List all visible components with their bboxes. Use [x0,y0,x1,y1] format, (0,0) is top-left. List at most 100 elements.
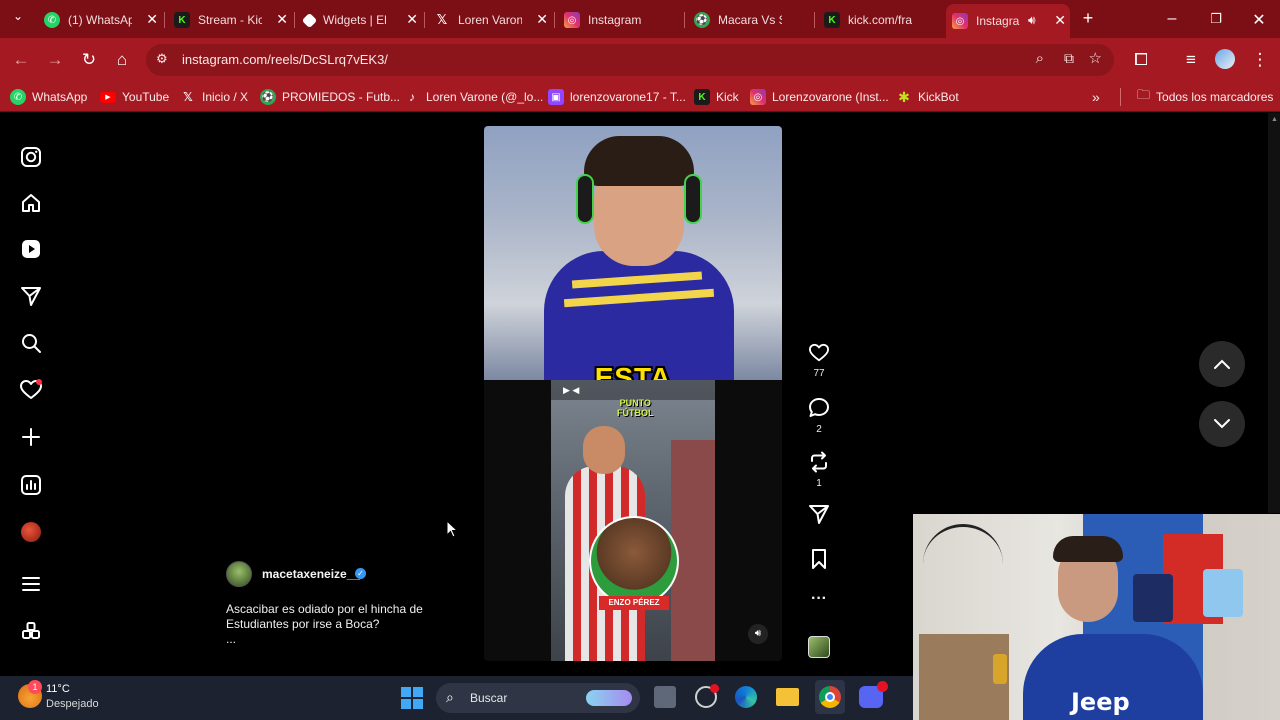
chrome-taskbar-button[interactable] [815,680,845,714]
dashboard-icon[interactable] [18,472,44,498]
audio-track-thumbnail[interactable] [808,636,830,658]
clip-brand-line-1: PUNTO [619,398,651,408]
tab-title: Instagram [588,13,642,27]
back-icon[interactable]: ← [11,50,31,70]
also-from-meta-icon[interactable] [18,618,44,644]
tab-kick-channel[interactable]: K kick.com/fransob [818,6,942,34]
bookmark-instagram[interactable]: ◎ Lorenzovarone (Inst... [750,88,889,106]
whatsapp-icon: ✆ [44,12,60,28]
all-bookmarks-folder[interactable]: 🗀︎ Todos los marcadores [1120,87,1273,106]
tab-whatsapp[interactable]: ✆ (1) WhatsApp ✕ [38,6,162,34]
next-reel-button[interactable] [1199,401,1245,447]
bookmark-promiedos[interactable]: ⚽ PROMIEDOS - Futb... [260,88,400,106]
bookmark-kickbot[interactable]: ✱ KickBot [896,88,959,106]
reel-caption-line-1: Ascacibar es odiado por el hincha de [226,602,423,616]
profile-avatar[interactable] [1215,49,1235,69]
chrome-menu-icon[interactable]: ⋮ [1250,50,1270,70]
site-info-icon[interactable]: ⚙ [156,51,168,67]
forward-icon[interactable]: → [45,50,65,70]
close-tab-icon[interactable]: ✕ [276,12,288,26]
scroll-up-arrow-icon[interactable]: ▲ [1271,116,1278,123]
messages-icon[interactable] [18,283,44,309]
media-control-icon[interactable]: ≡ [1181,50,1201,70]
search-icon[interactable] [18,330,44,356]
restore-icon[interactable]: ❐ [1206,11,1226,27]
tab-kick-stream[interactable]: K Stream - Kick ✕ [168,6,292,34]
kick-icon: K [174,12,190,28]
taskbar-search-label: Buscar [470,691,508,705]
tab-search-chevron-icon[interactable]: ⌄ [8,9,28,23]
like-button[interactable]: 77 [806,343,832,379]
tab-match[interactable]: ⚽ Macara Vs Santo [688,6,812,34]
repost-button[interactable]: 1 [806,451,832,489]
window-close-icon[interactable]: ✕ [1249,10,1269,30]
create-plus-icon[interactable] [18,424,44,450]
home-icon[interactable]: ⌂ [112,50,132,70]
home-icon[interactable] [18,190,44,216]
bookmark-twitch[interactable]: ▣ lorenzovarone17 - T... [548,88,686,106]
comment-button[interactable]: 2 [806,397,832,435]
reel-author-avatar[interactable] [226,561,252,587]
bookmark-tiktok[interactable]: ♪ Loren Varone (@_lo... [404,88,543,106]
instagram-logo-icon[interactable] [18,144,44,170]
reel-video-player[interactable]: ESTA ▶ ◀ PUNTO FÚTBOL ENZO PÉREZ 🔊︎ [484,126,782,661]
edge-icon[interactable] [735,686,757,708]
more-bookmarks-icon[interactable]: » [1092,88,1100,106]
bookmark-whatsapp[interactable]: ✆ WhatsApp [10,88,87,106]
new-tab-icon[interactable]: + [1078,8,1098,29]
save-button[interactable] [806,548,832,573]
task-view-icon[interactable] [654,686,676,708]
jersey-sponsor-logo: Jeep [1071,688,1130,716]
verified-badge-icon: ✓ [355,568,366,579]
instagram-icon: ◎ [952,13,968,29]
file-explorer-icon[interactable] [776,688,799,706]
close-tab-icon[interactable]: ✕ [146,12,158,26]
close-tab-icon[interactable]: ✕ [536,12,548,26]
windows-start-icon[interactable] [401,687,423,709]
close-tab-icon[interactable]: ✕ [1054,13,1066,27]
zoom-icon[interactable]: ⌕ [1036,50,1044,67]
extensions-icon[interactable]: ⧠ [1131,50,1151,70]
share-icon [809,505,829,524]
app-icon[interactable] [695,684,719,708]
tab-instagram[interactable]: ◎ Instagram [558,6,682,34]
more-menu-icon[interactable] [18,571,44,597]
reels-icon[interactable] [18,236,44,262]
url-text[interactable]: instagram.com/reels/DcSLrq7vEK3/ [182,52,388,67]
tab-title: (1) WhatsApp [68,13,132,27]
promiedos-icon: ⚽ [694,12,710,28]
profile-avatar[interactable] [18,519,44,545]
notifications-heart-icon[interactable] [18,377,44,403]
weather-badge: 1 [28,680,42,694]
more-options-icon[interactable]: ··· [806,590,832,608]
bookmark-label: YouTube [122,90,170,104]
install-app-icon[interactable]: ⧉ [1064,50,1074,67]
address-bar[interactable]: ⚙ instagram.com/reels/DcSLrq7vEK3/ ⌕ ⧉ ☆ [146,44,1114,76]
reel-author-username[interactable]: macetaxeneize__ [262,567,360,581]
minimize-icon[interactable]: – [1162,10,1182,28]
page-scrollbar[interactable]: ▲ [1268,113,1280,513]
close-tab-icon[interactable]: ✕ [406,12,418,26]
reel-caption-more[interactable]: ... [226,632,236,646]
audio-playing-icon[interactable]: 🔊︎ [1028,13,1036,28]
like-count: 77 [813,368,825,379]
mute-toggle-icon[interactable]: 🔊︎ [748,624,768,644]
bookmark-star-icon[interactable]: ☆ [1089,49,1102,67]
bookmark-label: Inicio / X [202,90,249,104]
bookmark-label: lorenzovarone17 - T... [570,90,686,104]
weather-desc[interactable]: Despejado [46,698,99,710]
bookmark-youtube[interactable]: ▶ YouTube [100,88,169,106]
discord-icon[interactable] [859,681,888,708]
weather-temp[interactable]: 11°C [46,683,70,695]
reload-icon[interactable]: ↻ [79,50,99,70]
taskbar-search-box[interactable]: ⌕ Buscar [436,683,640,713]
tab-instagram-active[interactable]: ◎ Instagram 🔊︎ ✕ [946,4,1070,38]
share-button[interactable] [806,503,832,528]
tab-widgets[interactable]: Widgets | El ✕ [298,6,422,34]
bookmark-x[interactable]: 𝕏 Inicio / X [180,88,248,106]
bookmark-kick[interactable]: K Kick [694,88,739,106]
tab-x-profile[interactable]: 𝕏 Loren Varone (@ ✕ [428,6,552,34]
instagram-icon: ◎ [564,12,580,28]
previous-reel-button[interactable] [1199,341,1245,387]
bookmark-icon [812,549,826,569]
